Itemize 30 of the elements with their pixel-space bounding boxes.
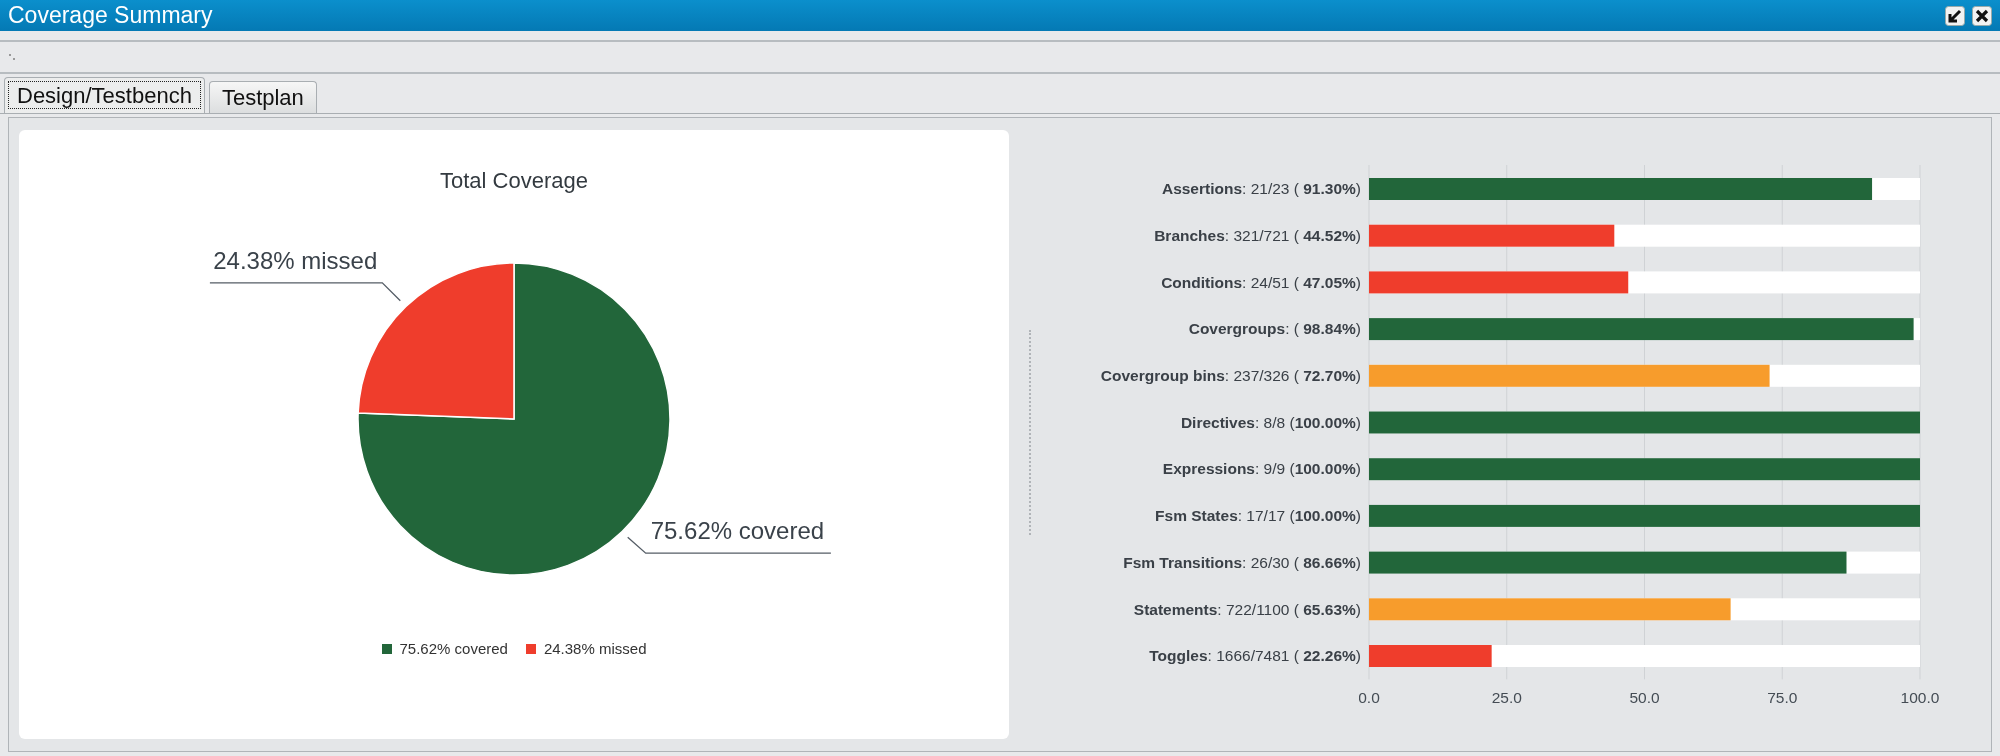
window-title: Coverage Summary [8, 2, 213, 29]
bar-label: Conditions: 24/51 ( 47.05%) [1161, 273, 1361, 292]
bar-label: Toggles: 1666/7481 ( 22.26%) [1149, 647, 1361, 666]
data-label: 75.62% covered [650, 517, 825, 545]
bar-label: Directives: 8/8 (100.00%) [1180, 413, 1361, 432]
bar-label: Fsm Transitions: 26/30 ( 86.66%) [1123, 553, 1361, 572]
legend-swatch [525, 643, 536, 654]
bar-label: Expressions: 9/9 (100.00%) [1162, 460, 1361, 479]
tab[interactable]: Design/Testbench [4, 77, 205, 113]
bar-label: Assertions: 21/23 ( 91.30%) [1161, 180, 1361, 199]
splitter-handle[interactable] [1029, 330, 1031, 535]
axis-tick-label: 25.0 [1491, 688, 1522, 706]
close-icon[interactable] [1972, 5, 1992, 26]
data-label: 24.38% missed [213, 246, 378, 274]
restore-icon[interactable] [1945, 5, 1965, 26]
axis-tick-label: 100.0 [1900, 688, 1940, 706]
chart-title: Total Coverage [440, 168, 588, 194]
axis-tick-label: 0.0 [1359, 688, 1380, 706]
tab[interactable]: Testplan [208, 81, 317, 113]
bar-label: Covergroups: ( 98.84%) [1188, 320, 1361, 339]
bar-label: Fsm States: 17/17 (100.00%) [1155, 507, 1361, 526]
bar-label: Branches: 321/721 ( 44.52%) [1154, 227, 1361, 246]
axis-tick-label: 75.0 [1767, 688, 1798, 706]
axis-tick-label: 50.0 [1629, 688, 1660, 706]
legend-label[interactable]: 75.62% covered [399, 640, 508, 657]
bar-label: Covergroup bins: 237/326 ( 72.70%) [1100, 367, 1361, 386]
grip-icon[interactable] [9, 54, 15, 60]
legend-swatch [381, 643, 392, 654]
legend-label[interactable]: 24.38% missed [543, 640, 647, 657]
bar-label: Statements: 722/1100 ( 65.63%) [1133, 600, 1361, 619]
